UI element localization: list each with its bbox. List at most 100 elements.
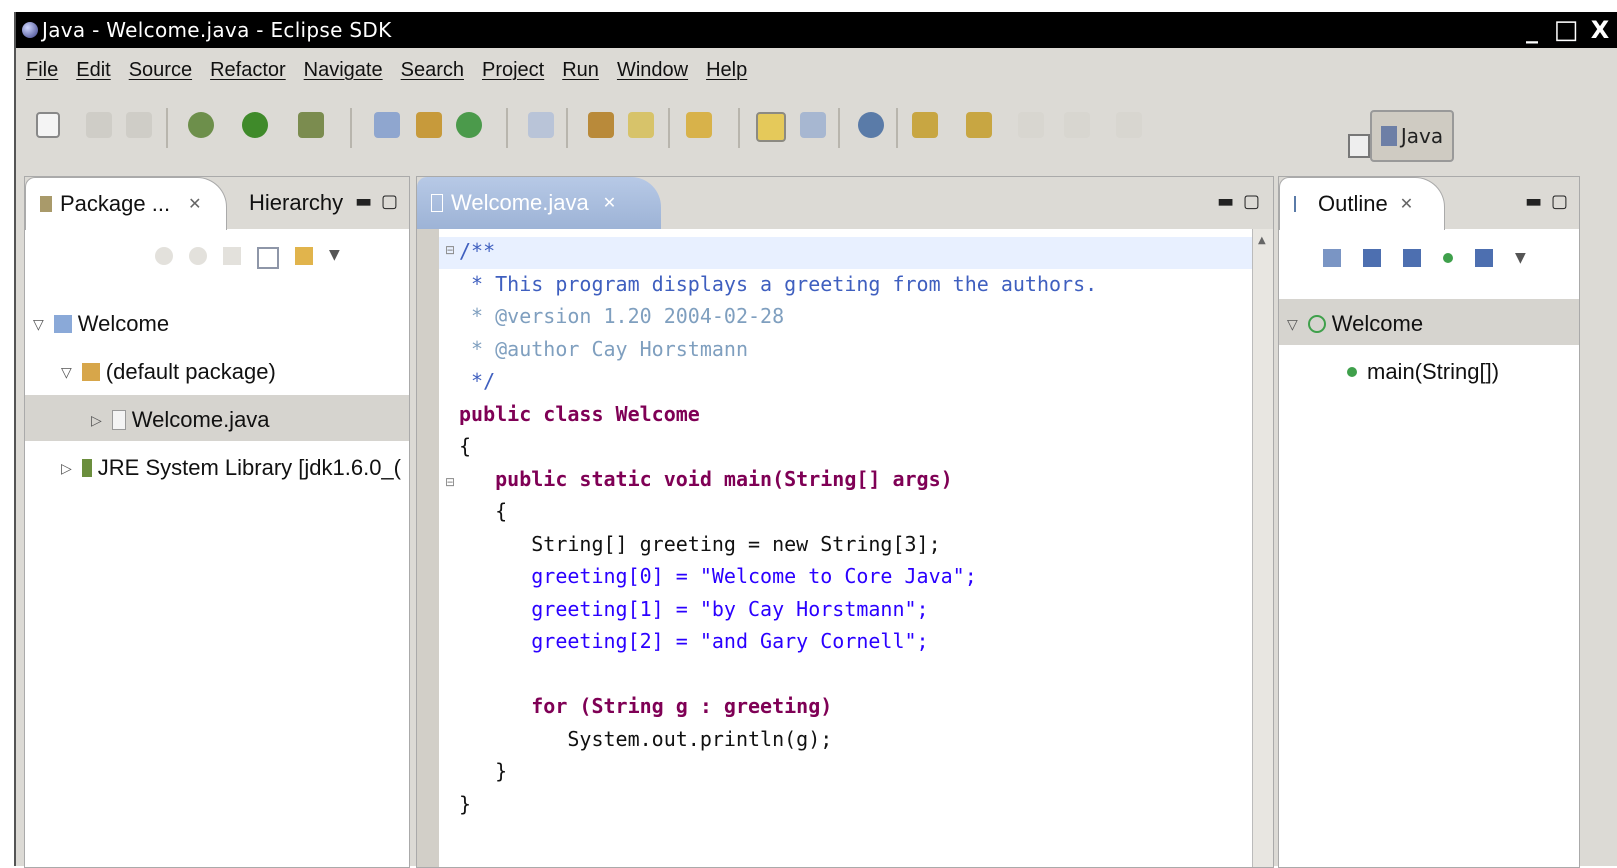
debug-icon[interactable] — [188, 112, 214, 138]
maximize-view-icon[interactable]: ▢ — [381, 191, 398, 212]
menu-search[interactable]: Search — [401, 59, 464, 82]
view-menu-icon[interactable]: ▼ — [1515, 250, 1526, 266]
code-line: System.out.println(g); — [459, 726, 833, 751]
browser-icon[interactable] — [858, 112, 884, 138]
editor-vertical-scrollbar[interactable]: ▲ — [1252, 229, 1273, 867]
open-perspective-icon[interactable] — [1348, 134, 1370, 158]
new-package-icon[interactable] — [416, 112, 442, 138]
menu-navigate[interactable]: Navigate — [304, 59, 383, 82]
run-icon[interactable] — [242, 112, 268, 138]
tree-item-welcome-project[interactable]: ▽ Welcome — [33, 311, 169, 337]
external-tools-icon[interactable] — [298, 112, 324, 138]
maximize-button[interactable]: □ — [1549, 14, 1583, 46]
java-perspective-icon — [1380, 126, 1397, 146]
print-icon[interactable] — [126, 112, 152, 138]
tree-item-jre-library[interactable]: ▷ JRE System Library [jdk1.6.0_( — [61, 455, 401, 481]
menu-edit[interactable]: Edit — [76, 59, 110, 82]
code-line: } — [459, 791, 472, 816]
up-icon[interactable] — [223, 247, 241, 265]
collapsed-arrow-icon[interactable]: ▷ — [91, 412, 102, 429]
menu-project[interactable]: Project — [482, 59, 544, 82]
sort-icon[interactable] — [1323, 249, 1341, 267]
java-file-icon — [431, 194, 443, 212]
save-icon[interactable] — [86, 112, 112, 138]
hide-local-types-icon[interactable] — [1475, 249, 1493, 267]
code-line: * @version 1.20 2004-02-28 — [459, 304, 785, 328]
menu-run[interactable]: Run — [562, 59, 599, 82]
outline-item-welcome-class[interactable]: ▽ Welcome — [1287, 311, 1423, 337]
code-line: public class Welcome — [459, 401, 700, 426]
java-file-icon — [111, 410, 126, 430]
code-line: greeting[0] = "Welcome to Core Java"; — [459, 564, 977, 588]
expanded-arrow-icon[interactable]: ▽ — [61, 364, 72, 381]
maximize-view-icon[interactable]: ▢ — [1243, 191, 1260, 212]
window-title: Java - Welcome.java - Eclipse SDK — [42, 18, 392, 42]
tree-label-jre-library: JRE System Library [jdk1.6.0_( — [97, 455, 401, 480]
code-line: * This program displays a greeting from … — [459, 271, 1098, 296]
menu-refactor[interactable]: Refactor — [210, 59, 286, 82]
prev-annotation-icon[interactable] — [966, 112, 992, 138]
package-tab-label: Package ... — [60, 191, 171, 216]
java-perspective-button[interactable]: Java — [1370, 110, 1454, 162]
menu-help[interactable]: Help — [706, 59, 747, 82]
menu-file[interactable]: File — [26, 59, 58, 82]
scroll-up-icon[interactable]: ▲ — [1258, 235, 1266, 246]
hierarchy-tab-label: Hierarchy — [249, 190, 344, 215]
open-task-icon[interactable] — [686, 112, 712, 138]
hide-nonpublic-icon[interactable] — [1443, 253, 1453, 263]
close-button[interactable]: X — [1583, 14, 1617, 46]
hide-fields-icon[interactable] — [1363, 249, 1381, 267]
pen-icon[interactable] — [628, 112, 654, 138]
collapsed-arrow-icon[interactable]: ▷ — [61, 460, 72, 477]
menu-source[interactable]: Source — [129, 59, 192, 82]
collapse-all-icon[interactable] — [257, 247, 279, 269]
tab-package-explorer[interactable]: Package ... ✕ — [25, 177, 227, 230]
close-tab-icon[interactable]: ✕ — [1400, 194, 1413, 214]
tree-item-default-package[interactable]: ▽ (default package) — [61, 359, 276, 385]
back-icon[interactable] — [1018, 112, 1044, 138]
outline-item-main-method[interactable]: main(String[]) — [1347, 359, 1499, 385]
maximize-view-icon[interactable]: ▢ — [1551, 191, 1568, 212]
menu-bar: File Edit Source Refactor Navigate Searc… — [16, 50, 1617, 90]
package-icon — [81, 363, 100, 381]
new-class-icon[interactable] — [456, 112, 482, 138]
tree-label-welcome-java: Welcome.java — [131, 407, 270, 432]
code-line: * @author Cay Horstmann — [459, 336, 748, 361]
close-tab-icon[interactable]: ✕ — [603, 193, 616, 213]
new-java-project-icon[interactable] — [374, 112, 400, 138]
code-editor[interactable]: /** * This program displays a greeting f… — [459, 235, 1097, 820]
minimize-view-icon[interactable]: ▬ — [1217, 191, 1234, 212]
back-icon[interactable] — [155, 247, 173, 265]
forward-icon[interactable] — [189, 247, 207, 265]
expanded-arrow-icon[interactable]: ▽ — [33, 316, 44, 333]
tree-item-welcome-java[interactable]: ▷ Welcome.java — [91, 407, 270, 433]
eclipse-app-icon — [22, 22, 38, 38]
tab-welcome-java[interactable]: Welcome.java ✕ — [417, 177, 661, 229]
link-with-editor-icon[interactable] — [295, 247, 313, 265]
minimize-view-icon[interactable]: ▬ — [355, 191, 372, 212]
minimize-view-icon[interactable]: ▬ — [1525, 191, 1542, 212]
menu-window[interactable]: Window — [617, 59, 688, 82]
view-menu-icon[interactable]: ▼ — [329, 247, 340, 269]
tree-label-default-package: (default package) — [105, 359, 276, 384]
close-tab-icon[interactable]: ✕ — [188, 194, 201, 214]
last-edit-icon[interactable] — [1116, 112, 1142, 138]
editor-panel: Welcome.java ✕ ▬ ▢ ⊟ ⊟ /** * This progra… — [416, 176, 1274, 868]
expanded-arrow-icon[interactable]: ▽ — [1287, 316, 1298, 333]
hide-static-icon[interactable] — [1403, 249, 1421, 267]
fold-toggle-icon[interactable]: ⊟ — [445, 243, 455, 257]
open-type-icon[interactable] — [528, 112, 554, 138]
fold-toggle-icon[interactable]: ⊟ — [445, 475, 455, 489]
search-icon[interactable] — [588, 112, 614, 138]
code-line: /** — [459, 239, 496, 263]
tree-label-welcome: Welcome — [77, 311, 170, 336]
tab-hierarchy[interactable]: Hierarchy — [235, 177, 343, 229]
forward-icon[interactable] — [1064, 112, 1090, 138]
new-icon[interactable] — [36, 112, 60, 138]
code-line: greeting[1] = "by Cay Horstmann"; — [459, 596, 929, 621]
minimize-button[interactable]: _ — [1515, 14, 1549, 46]
toggle-mark-icon[interactable] — [756, 112, 786, 142]
tab-outline[interactable]: Outline ✕ — [1279, 177, 1445, 230]
next-annotation-icon[interactable] — [912, 112, 938, 138]
show-whitespace-icon[interactable] — [800, 112, 826, 138]
